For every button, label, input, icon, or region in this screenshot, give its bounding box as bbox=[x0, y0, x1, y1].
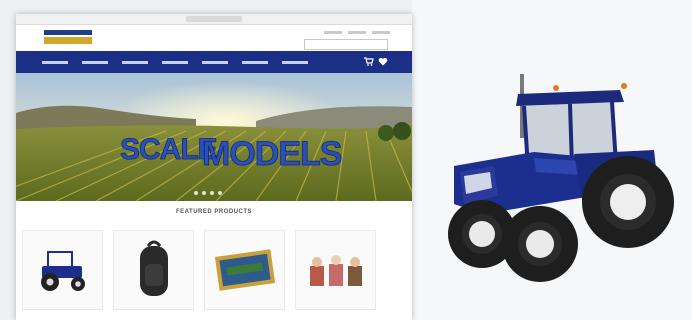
figurines-icon bbox=[309, 255, 362, 286]
site-header bbox=[16, 25, 412, 51]
address-bar bbox=[186, 16, 242, 22]
logo[interactable] bbox=[44, 30, 92, 44]
product-card[interactable] bbox=[204, 230, 285, 310]
product-card[interactable] bbox=[22, 230, 103, 310]
header-link[interactable] bbox=[324, 31, 342, 34]
carousel-dots bbox=[194, 191, 222, 195]
featured-products-heading: FEATURED PRODUCTS bbox=[175, 209, 253, 215]
nav-item[interactable] bbox=[282, 60, 308, 64]
product-card[interactable] bbox=[113, 230, 194, 310]
hero-headline-models: MODELS bbox=[202, 135, 342, 173]
tractor-toy-icon bbox=[40, 251, 85, 291]
backpack-icon bbox=[139, 240, 168, 296]
nav-item[interactable] bbox=[122, 60, 148, 64]
header-link[interactable] bbox=[372, 31, 390, 34]
cart-icon[interactable] bbox=[364, 57, 374, 66]
rear-wheel bbox=[582, 156, 674, 248]
nav-item[interactable] bbox=[42, 60, 68, 64]
nav-item[interactable] bbox=[202, 60, 228, 64]
nav-item[interactable] bbox=[82, 60, 108, 64]
carousel-dot[interactable] bbox=[218, 191, 222, 195]
hero-banner[interactable]: SCALE MODELS bbox=[16, 73, 412, 201]
header-link[interactable] bbox=[348, 31, 366, 34]
heart-icon[interactable] bbox=[378, 57, 388, 66]
search-input[interactable] bbox=[304, 39, 388, 50]
tractor-photo bbox=[448, 74, 674, 282]
middle-wheel bbox=[502, 206, 578, 282]
carousel-dot[interactable] bbox=[210, 191, 214, 195]
carousel-dot[interactable] bbox=[194, 191, 198, 195]
header-links bbox=[324, 31, 390, 34]
boxed-model-icon bbox=[214, 249, 275, 291]
carousel-dot[interactable] bbox=[202, 191, 206, 195]
exhaust-pipe bbox=[520, 74, 524, 138]
nav-item[interactable] bbox=[162, 60, 188, 64]
browser-bar bbox=[16, 14, 412, 25]
product-grid bbox=[22, 230, 376, 310]
product-card[interactable] bbox=[295, 230, 376, 310]
nav-item[interactable] bbox=[242, 60, 268, 64]
main-nav bbox=[16, 51, 412, 73]
